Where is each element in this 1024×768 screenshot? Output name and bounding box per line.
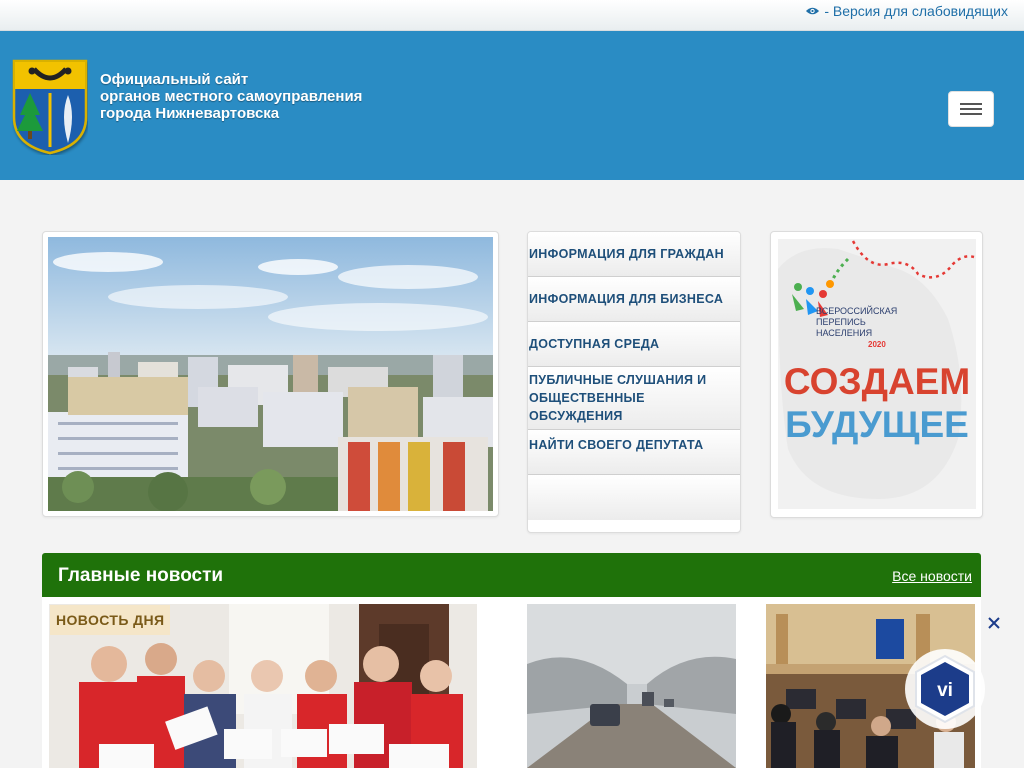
hero-panel <box>42 231 499 517</box>
link-business-info[interactable]: ИНФОРМАЦИЯ ДЛЯ БИЗНЕСА <box>528 277 740 322</box>
census-line-2: ПЕРЕПИСЬ <box>816 317 866 327</box>
vi-label: vi <box>937 680 953 701</box>
news-header-bar: Главные новости Все новости <box>42 553 981 597</box>
link-accessible-environment[interactable]: ДОСТУПНАЯ СРЕДА <box>528 322 740 367</box>
link-label: ИНФОРМАЦИЯ ДЛЯ ГРАЖДАН <box>529 247 724 261</box>
news-of-the-day-badge: НОВОСТЬ ДНЯ <box>50 605 171 635</box>
eye-icon <box>806 7 820 15</box>
close-icon[interactable] <box>986 615 1002 631</box>
hamburger-icon <box>960 103 982 105</box>
census-banner[interactable]: ВСЕРОССИЙСКАЯ ПЕРЕПИСЬ НАСЕЛЕНИЯ 2020 СО… <box>770 231 983 518</box>
link-find-deputy[interactable]: НАЙТИ СВОЕГО ДЕПУТАТА <box>528 430 740 475</box>
hamburger-icon <box>960 108 982 110</box>
city-panorama-image[interactable] <box>48 237 493 511</box>
all-news-link[interactable]: Все новости <box>892 568 972 584</box>
census-slogan-1: СОЗДАЕМ <box>784 361 970 402</box>
link-label: НАЙТИ СВОЕГО ДЕПУТАТА <box>529 438 704 452</box>
census-year: 2020 <box>868 340 886 349</box>
accessibility-version-link[interactable]: - Версия для слабовидящих <box>805 3 1008 19</box>
hamburger-icon <box>960 113 982 115</box>
census-line-3: НАСЕЛЕНИЯ <box>816 328 872 338</box>
news-section-title: Главные новости <box>58 565 224 586</box>
accessibility-link-label: - Версия для слабовидящих <box>824 3 1008 19</box>
quick-links-menu: ИНФОРМАЦИЯ ДЛЯ ГРАЖДАН ИНФОРМАЦИЯ ДЛЯ БИ… <box>527 231 741 533</box>
city-emblem-logo[interactable] <box>12 59 88 155</box>
link-empty <box>528 475 740 520</box>
menu-toggle-button[interactable] <box>948 91 994 127</box>
census-line-1: ВСЕРОССИЙСКАЯ <box>816 305 897 316</box>
vi-assistant-widget[interactable]: vi <box>902 648 988 730</box>
link-citizens-info[interactable]: ИНФОРМАЦИЯ ДЛЯ ГРАЖДАН <box>528 232 740 277</box>
site-header: Официальный сайт органов местного самоуп… <box>0 31 1024 180</box>
link-label: ИНФОРМАЦИЯ ДЛЯ БИЗНЕСА <box>529 292 724 306</box>
link-public-hearings[interactable]: ПУБЛИЧНЫЕ СЛУШАНИЯ И ОБЩЕСТВЕННЫЕ ОБСУЖД… <box>528 367 740 430</box>
accessibility-bar: - Версия для слабовидящих <box>0 0 1024 31</box>
link-label: ДОСТУПНАЯ СРЕДА <box>529 337 660 351</box>
census-banner-image: ВСЕРОССИЙСКАЯ ПЕРЕПИСЬ НАСЕЛЕНИЯ 2020 СО… <box>778 239 976 509</box>
site-title[interactable]: Официальный сайт органов местного самоуп… <box>100 71 400 122</box>
link-label: ПУБЛИЧНЫЕ СЛУШАНИЯ И ОБЩЕСТВЕННЫЕ ОБСУЖД… <box>529 373 707 423</box>
news-item-snowy-road[interactable] <box>527 604 736 768</box>
census-slogan-2: БУДУЩЕЕ <box>785 404 969 445</box>
